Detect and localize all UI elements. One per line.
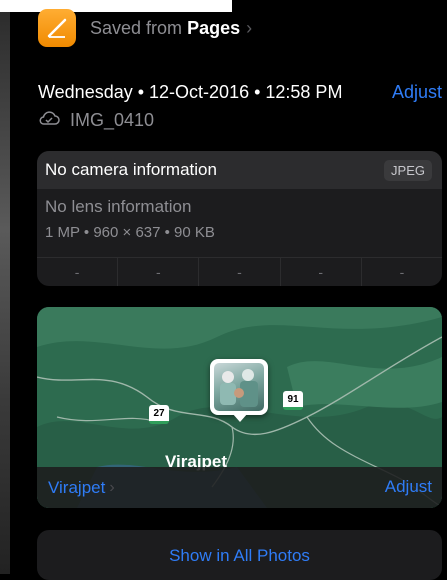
thumbnail-pointer [232,413,248,422]
background-photo-edge [0,0,10,574]
exif-row: - - - - - [37,257,442,286]
saved-from-label: Saved from Pages [90,17,241,38]
exif-aperture: - [281,258,362,286]
cloud-icon [38,110,60,131]
saved-from-row[interactable]: Saved from Pages › [38,8,252,48]
show-in-all-photos-button[interactable]: Show in All Photos [37,530,442,580]
location-map[interactable]: 27 91 Virajpet Virajpet › Adjust [37,307,442,508]
camera-title: No camera information [45,160,217,179]
file-row: IMG_0410 [38,110,154,131]
photo-datetime: Wednesday • 12-Oct-2016 • 12:58 PM [38,82,343,102]
camera-info-header: No camera information JPEG [37,151,442,189]
exif-focal-length: - [118,258,200,286]
chevron-right-icon: › [246,17,253,38]
adjust-location-button[interactable]: Adjust [385,477,432,497]
exif-shutter-speed: - [399,264,405,280]
location-name-link[interactable]: Virajpet [48,478,105,498]
exif-iso: - [37,258,119,286]
photo-location-thumbnail[interactable] [210,359,268,415]
image-specs: 1 MP • 960 × 637 • 90 KB [45,224,215,241]
lens-info: No lens information [45,197,192,216]
photo-thumbnail-image [214,363,264,411]
pages-app-icon [38,9,76,47]
exif-exposure-bias: - [199,258,281,286]
camera-info-card: No camera information JPEG No lens infor… [37,151,442,286]
adjust-datetime-button[interactable]: Adjust [392,82,442,103]
show-in-all-photos-label: Show in All Photos [169,546,310,565]
file-name: IMG_0410 [70,110,155,130]
format-badge: JPEG [384,159,432,181]
source-app-name: Pages [187,17,241,38]
road-shield-91: 91 [283,391,303,410]
map-footer: Virajpet › Adjust [37,467,442,508]
chevron-right-icon: › [109,478,115,496]
road-shield-27: 27 [149,405,169,424]
